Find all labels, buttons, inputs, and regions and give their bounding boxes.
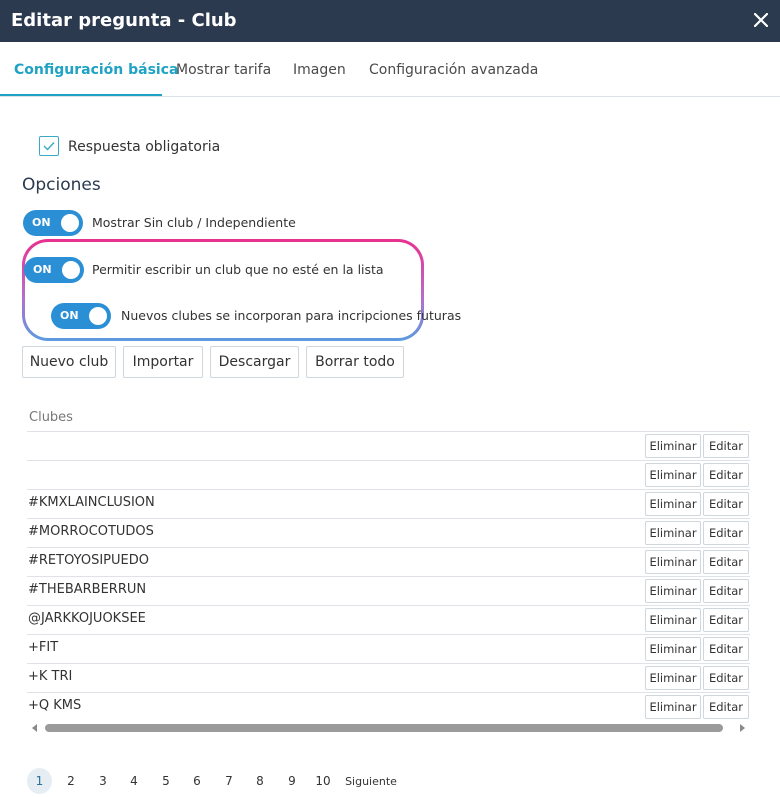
table-header-clubes: Clubes — [29, 410, 73, 425]
table-row: +FIT Eliminar Editar — [27, 634, 750, 663]
dialog-title: Editar pregunta - Club — [11, 10, 237, 31]
edit-button[interactable]: Editar — [703, 695, 749, 719]
tab-imagen[interactable]: Imagen — [293, 62, 346, 78]
page-6[interactable]: 6 — [191, 768, 203, 794]
table-row: #THEBARBERRUN Eliminar Editar — [27, 576, 750, 605]
toggle-label-show-no-club: Mostrar Sin club / Independiente — [92, 215, 296, 230]
edit-button[interactable]: Editar — [703, 492, 749, 516]
club-name: +Q KMS — [28, 698, 82, 713]
new-club-button[interactable]: Nuevo club — [22, 346, 116, 378]
download-button[interactable]: Descargar — [210, 346, 299, 378]
club-name: #MORROCOTUDOS — [28, 524, 154, 539]
toggle-new-clubs-future[interactable]: ON — [51, 303, 111, 329]
edit-button[interactable]: Editar — [703, 521, 749, 545]
page-4[interactable]: 4 — [128, 768, 140, 794]
page-7[interactable]: 7 — [223, 768, 235, 794]
table-row: #MORROCOTUDOS Eliminar Editar — [27, 518, 750, 547]
club-name: +K TRI — [28, 669, 73, 684]
horizontal-scrollbar[interactable] — [27, 721, 750, 735]
table-row: Eliminar Editar — [27, 460, 750, 489]
club-name: #RETOYOSIPUEDO — [28, 553, 149, 568]
page-10[interactable]: 10 — [315, 768, 331, 794]
club-name: +FIT — [28, 640, 59, 655]
edit-button[interactable]: Editar — [703, 637, 749, 661]
delete-button[interactable]: Eliminar — [645, 695, 701, 719]
toggle-label-new-clubs-future: Nuevos clubes se incorporan para incripc… — [121, 308, 462, 323]
delete-button[interactable]: Eliminar — [645, 521, 701, 545]
required-checkbox[interactable] — [39, 136, 59, 156]
table-row: @JARKKOJUOKSEE Eliminar Editar — [27, 605, 750, 634]
delete-button[interactable]: Eliminar — [645, 608, 701, 632]
close-icon[interactable] — [750, 9, 772, 31]
table-row: Eliminar Editar — [27, 431, 750, 460]
edit-button[interactable]: Editar — [703, 608, 749, 632]
toggle-allow-custom-club[interactable]: ON — [24, 257, 84, 283]
club-name: #THEBARBERRUN — [28, 582, 147, 597]
club-name: #KMXLAINCLUSION — [28, 495, 155, 510]
toggle-knob — [61, 214, 79, 232]
toggle-label-allow-custom-club: Permitir escribir un club que no esté en… — [92, 262, 384, 277]
scrollbar-thumb[interactable] — [45, 724, 723, 732]
toggle-state: ON — [32, 216, 51, 229]
toggle-knob — [62, 261, 80, 279]
tab-mostrar-tarifa[interactable]: Mostrar tarifa — [176, 62, 271, 78]
toggle-state: ON — [60, 309, 79, 322]
page-5[interactable]: 5 — [160, 768, 172, 794]
page-9[interactable]: 9 — [286, 768, 298, 794]
edit-button[interactable]: Editar — [703, 463, 749, 487]
tab-bar: Configuración básica Mostrar tarifa Imag… — [0, 42, 780, 97]
edit-button[interactable]: Editar — [703, 550, 749, 574]
delete-button[interactable]: Eliminar — [645, 666, 701, 690]
page-2[interactable]: 2 — [65, 768, 77, 794]
delete-button[interactable]: Eliminar — [645, 637, 701, 661]
scroll-left-icon[interactable] — [32, 724, 37, 732]
toggle-knob — [89, 307, 107, 325]
edit-button[interactable]: Editar — [703, 666, 749, 690]
tab-configuracion-basica[interactable]: Configuración básica — [14, 62, 178, 78]
tab-configuracion-avanzada[interactable]: Configuración avanzada — [369, 62, 538, 78]
toggle-show-no-club[interactable]: ON — [23, 210, 83, 236]
delete-button[interactable]: Eliminar — [645, 434, 701, 458]
scroll-right-icon[interactable] — [740, 724, 745, 732]
club-name: @JARKKOJUOKSEE — [28, 611, 146, 626]
edit-button[interactable]: Editar — [703, 434, 749, 458]
table-row: #KMXLAINCLUSION Eliminar Editar — [27, 489, 750, 518]
table-row: +K TRI Eliminar Editar — [27, 663, 750, 692]
next-page-link[interactable]: Siguiente — [345, 768, 397, 794]
page-1[interactable]: 1 — [27, 768, 52, 794]
import-button[interactable]: Importar — [123, 346, 203, 378]
delete-button[interactable]: Eliminar — [645, 550, 701, 574]
page-8[interactable]: 8 — [254, 768, 266, 794]
dialog-header: Editar pregunta - Club — [0, 0, 780, 42]
edit-button[interactable]: Editar — [703, 579, 749, 603]
table-row: +Q KMS Eliminar Editar — [27, 692, 750, 721]
delete-button[interactable]: Eliminar — [645, 492, 701, 516]
active-tab-indicator — [0, 94, 162, 96]
options-title: Opciones — [22, 175, 101, 195]
required-label: Respuesta obligatoria — [68, 139, 221, 155]
delete-all-button[interactable]: Borrar todo — [306, 346, 404, 378]
delete-button[interactable]: Eliminar — [645, 463, 701, 487]
delete-button[interactable]: Eliminar — [645, 579, 701, 603]
page-3[interactable]: 3 — [97, 768, 109, 794]
check-icon — [43, 142, 55, 151]
table-row: #RETOYOSIPUEDO Eliminar Editar — [27, 547, 750, 576]
toggle-state: ON — [33, 263, 52, 276]
